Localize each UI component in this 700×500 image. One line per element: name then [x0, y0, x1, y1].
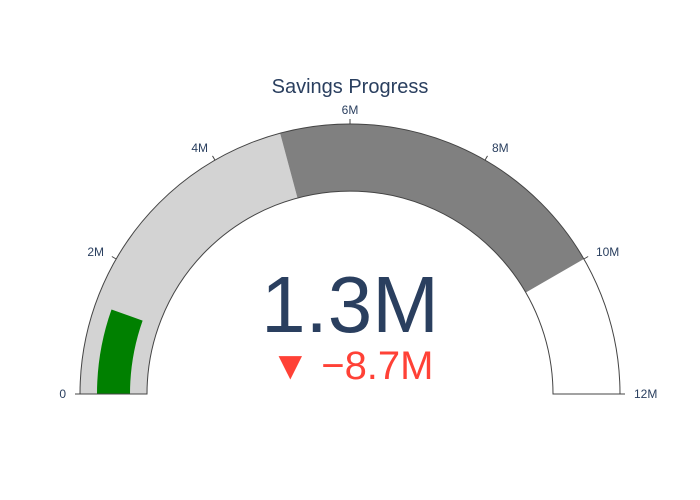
gauge-tick-4	[484, 155, 488, 161]
gauge-delta: ▼ −8.7M	[270, 344, 433, 388]
gauge-tick-label-2: 4M	[191, 141, 208, 155]
gauge-value: 1.3M	[261, 260, 439, 349]
gauge-tick-label-0: 0	[59, 387, 66, 401]
delta-value: −8.7M	[321, 344, 433, 388]
gauge-tick-label-1: 2M	[87, 245, 104, 259]
gauge-title: Savings Progress	[272, 76, 429, 98]
gauge-tick-label-6: 12M	[634, 387, 657, 401]
gauge-chart: Savings Progress 0 2M 4M 6M 8M 10M 12M 1.3M ▼ …	[59, 76, 657, 401]
gauge-tick-label-5: 10M	[596, 245, 619, 259]
gauge-tick-2	[212, 155, 216, 161]
gauge-tick-label-3: 6M	[342, 103, 359, 117]
gauge-tick-1	[111, 256, 117, 260]
delta-down-icon: ▼	[270, 344, 310, 388]
gauge-tick-5	[583, 256, 589, 260]
gauge-tick-label-4: 8M	[492, 141, 509, 155]
